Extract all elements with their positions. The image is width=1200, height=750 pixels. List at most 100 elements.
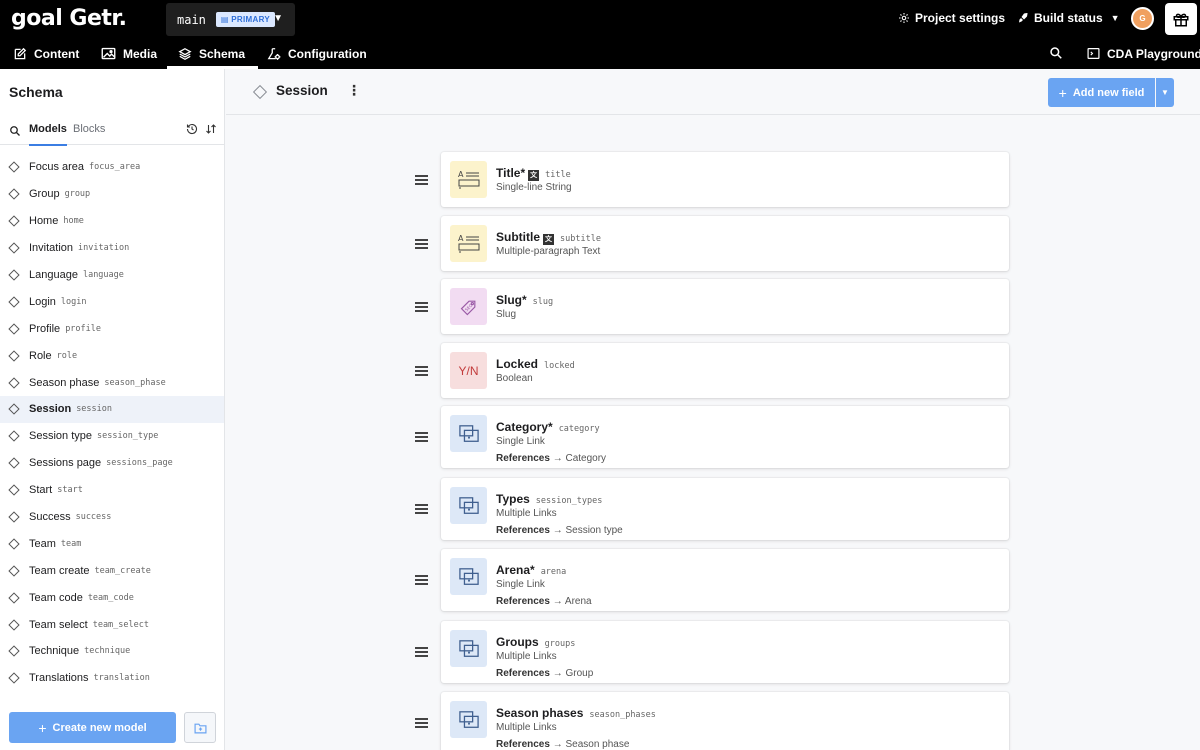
chevron-down-icon: ▼ — [1110, 13, 1120, 23]
image-icon — [101, 47, 116, 60]
sort-button[interactable] — [205, 122, 217, 140]
history-button[interactable] — [186, 122, 198, 140]
drag-handle-icon[interactable] — [415, 432, 428, 442]
add-new-field-button[interactable]: + Add new field — [1048, 78, 1155, 107]
sidebar-item-api-key: translation — [93, 673, 150, 684]
sidebar-item-team-select[interactable]: Team select team_select — [0, 611, 224, 638]
sidebar-item-home[interactable]: Home home — [0, 208, 224, 235]
sidebar-item-success[interactable]: Success success — [0, 504, 224, 531]
sidebar-search-button[interactable] — [9, 124, 21, 142]
field-card-groups[interactable]: Groups groups Multiple Links References → G… — [415, 621, 1009, 683]
drag-handle-icon[interactable] — [415, 647, 428, 657]
sidebar-item-api-key: sessions_page — [106, 458, 173, 469]
sidebar-item-api-key: team_create — [94, 565, 151, 576]
search-icon — [10, 126, 20, 136]
project-settings-button[interactable]: Project settings — [898, 11, 1005, 25]
tag-icon: SEO — [460, 300, 475, 315]
drag-handle-icon[interactable] — [415, 366, 428, 376]
model-list: Focus area focus_area Group group Home home In… — [0, 154, 224, 692]
drag-handle-icon[interactable] — [415, 575, 428, 585]
field-card-slug[interactable]: SEO Slug* slug Slug — [415, 279, 1009, 334]
field-api-key: slug — [532, 297, 554, 307]
tab-blocks[interactable]: Blocks — [73, 123, 105, 135]
field-card-category[interactable]: Category* category Single Link References →… — [415, 406, 1009, 468]
field-type: Multiple Links — [496, 722, 557, 733]
sidebar-item-translation[interactable]: Translations translation — [0, 665, 224, 692]
translate-icon: 文 — [543, 234, 554, 245]
drag-handle-icon[interactable] — [415, 302, 428, 312]
schema-sidebar: Schema Models Blocks Focus area focus_are… — [0, 69, 225, 750]
terminal-icon — [1087, 48, 1100, 59]
sidebar-item-language[interactable]: Language language — [0, 262, 224, 289]
field-api-key: title — [545, 170, 571, 180]
field-name: Arena* arena — [496, 563, 567, 577]
build-status-button[interactable]: Build status ▼ — [1017, 11, 1120, 25]
field-references: References → Season phase — [496, 739, 630, 750]
sidebar-item-session[interactable]: Session session — [0, 396, 224, 423]
field-card-arena[interactable]: Arena* arena Single Link References → Arena — [415, 549, 1009, 611]
field-name: Types session_types — [496, 492, 603, 506]
tab-media[interactable]: Media — [101, 38, 157, 69]
sidebar-item-invitation[interactable]: Invitation invitation — [0, 235, 224, 262]
field-card-title[interactable]: A Title* 文 title Single-line String — [415, 152, 1009, 207]
field-card-session-types[interactable]: Types session_types Multiple Links Referenc… — [415, 478, 1009, 540]
tab-content[interactable]: Content — [13, 38, 79, 69]
field-type-icon — [450, 558, 487, 595]
create-new-model-button[interactable]: + Create new model — [9, 712, 176, 743]
sidebar-item-team-create[interactable]: Team create team_create — [0, 557, 224, 584]
sidebar-item-login[interactable]: Login login — [0, 288, 224, 315]
cda-playground-button[interactable]: CDA Playground — [1087, 38, 1200, 69]
field-card-season-phases[interactable]: Season phases season_phases Multiple Links… — [415, 692, 1009, 750]
sidebar-item-season-phase[interactable]: Season phase season_phase — [0, 369, 224, 396]
field-references: References → Arena — [496, 596, 592, 607]
gear-icon — [899, 13, 909, 23]
text-field-icon: A — [458, 234, 479, 252]
sidebar-item-start[interactable]: Start start — [0, 477, 224, 504]
more-options-icon[interactable]: ⋮ — [347, 82, 361, 99]
boolean-icon: Y/N — [450, 352, 487, 389]
drag-handle-icon[interactable] — [415, 504, 428, 514]
add-field-dropdown-button[interactable]: ▼ — [1156, 78, 1174, 107]
sidebar-item-team-code[interactable]: Team code team_code — [0, 584, 224, 611]
field-card-subtitle[interactable]: A Subtitle 文 subtitle Multiple-paragraph Tex… — [415, 216, 1009, 271]
sidebar-item-team[interactable]: Team team — [0, 530, 224, 557]
model-icon — [8, 403, 20, 416]
sidebar-item-label: Team select — [29, 618, 88, 631]
environment-switcher[interactable]: main ▤ PRIMARY ▼ — [166, 3, 295, 36]
sidebar-item-api-key: success — [75, 512, 112, 523]
field-card-locked[interactable]: Y/N Locked locked Boolean — [415, 343, 1009, 398]
sidebar-item-label: Translations — [29, 672, 89, 685]
plus-icon: + — [1058, 84, 1067, 101]
sidebar-item-api-key: invitation — [78, 243, 130, 254]
field-type: Multiple-paragraph Text — [496, 246, 601, 257]
sidebar-item-label: Session — [29, 403, 72, 416]
search-button[interactable] — [1049, 46, 1063, 65]
gift-button[interactable] — [1165, 3, 1197, 35]
model-header: Session ⋮ + Add new field ▼ — [226, 69, 1200, 115]
logo[interactable]: goal Getr. — [11, 6, 127, 31]
tab-configuration[interactable]: Configuration — [267, 38, 367, 69]
sidebar-item-profile[interactable]: Profile profile — [0, 315, 224, 342]
tab-schema[interactable]: Schema — [166, 38, 259, 69]
sidebar-item-focus-area[interactable]: Focus area focus_area — [0, 154, 224, 181]
sidebar-item-group[interactable]: Group group — [0, 181, 224, 208]
model-icon — [8, 618, 20, 631]
model-icon — [8, 269, 20, 281]
model-icon — [8, 161, 20, 174]
sidebar-item-technique[interactable]: Technique technique — [0, 638, 224, 665]
chevron-down-icon: ▼ — [273, 13, 283, 24]
new-folder-button[interactable] — [184, 712, 216, 743]
sidebar-item-session-type[interactable]: Session type session_type — [0, 423, 224, 450]
sidebar-item-role[interactable]: Role role — [0, 342, 224, 369]
field-type: Single Link — [496, 436, 545, 447]
drag-handle-icon[interactable] — [415, 239, 428, 249]
avatar[interactable]: G — [1131, 7, 1154, 30]
sidebar-item-label: Group — [29, 188, 60, 201]
link-icon — [458, 710, 479, 728]
sidebar-item-sessions-page[interactable]: Sessions page sessions_page — [0, 450, 224, 477]
tab-models[interactable]: Models — [29, 123, 67, 146]
sidebar-item-label: Sessions page — [29, 457, 102, 470]
drag-handle-icon[interactable] — [415, 175, 428, 185]
drag-handle-icon[interactable] — [415, 718, 428, 728]
text-field-icon: A — [458, 170, 479, 188]
